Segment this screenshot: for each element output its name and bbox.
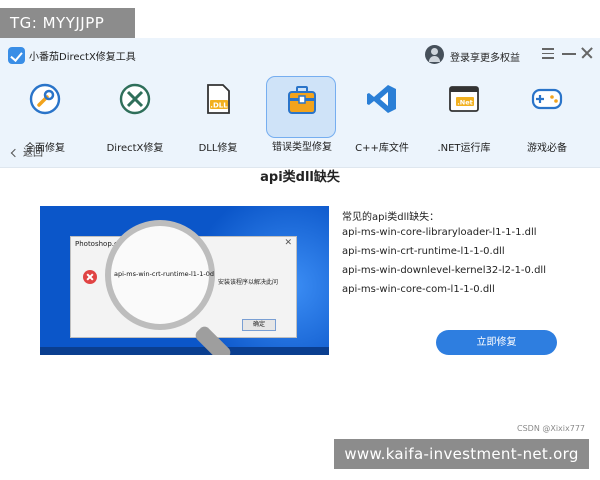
telegram-tag: TG: MYYJJPP: [0, 8, 135, 38]
tab-label: 游戏必备: [527, 143, 567, 154]
error-icon: [83, 270, 97, 284]
tab-cpp-library[interactable]: C++库文件: [347, 76, 417, 154]
tab-error-type-repair[interactable]: 错误类型修复: [266, 76, 336, 153]
dll-list-item: api-ms-win-downlevel-kernel32-l2-1-0.dll: [342, 265, 546, 276]
visual-studio-icon: [367, 85, 396, 113]
feature-toolbar: 全面修复 DirectX修复 .DLL DLL修复 错误类型修复 C++库文件 …: [0, 74, 600, 168]
magnified-error-text: api-ms-win-crt-runtime-l1-1-0d: [114, 270, 215, 278]
dialog-ok-button: 确定: [242, 319, 276, 331]
toolbox-icon: [288, 86, 316, 114]
back-button[interactable]: 返回: [10, 144, 43, 159]
repair-now-button[interactable]: 立即修复: [436, 330, 557, 355]
page-title: api类dll缺失: [260, 170, 340, 185]
tab-label: C++库文件: [355, 143, 409, 154]
avatar[interactable]: [425, 45, 444, 64]
dll-list-item: api-ms-win-crt-runtime-l1-1-0.dll: [342, 246, 505, 257]
gamepad-icon: [531, 88, 563, 110]
close-icon[interactable]: [580, 46, 594, 60]
dll-list-item: api-ms-win-core-libraryloader-l1-1-1.dll: [342, 227, 537, 238]
chevron-left-icon: [10, 148, 20, 158]
tab-label: DLL修复: [198, 143, 238, 154]
wrench-icon: [29, 83, 61, 115]
app-window: 小番茄DirectX修复工具 登录享更多权益 全面修复 DirectX修复 .D…: [0, 38, 600, 480]
tab-dll-repair[interactable]: .DLL DLL修复: [183, 76, 253, 154]
menu-icon[interactable]: [541, 46, 555, 60]
dll-list-item: api-ms-win-core-com-l1-1-0.dll: [342, 284, 495, 295]
svg-text:.Net: .Net: [457, 99, 472, 107]
title-bar: 小番茄DirectX修复工具 登录享更多权益: [0, 38, 600, 74]
tab-label: .NET运行库: [437, 143, 491, 154]
dll-file-icon: .DLL: [207, 84, 230, 114]
minimize-icon[interactable]: [562, 46, 576, 60]
tab-directx-repair[interactable]: DirectX修复: [100, 76, 170, 154]
tab-label: 错误类型修复: [272, 142, 332, 153]
dialog-close-icon: ✕: [284, 238, 292, 248]
tab-game-essentials[interactable]: 游戏必备: [512, 76, 582, 154]
tab-label: DirectX修复: [106, 143, 164, 154]
login-link[interactable]: 登录享更多权益: [450, 49, 520, 64]
dotnet-icon: .Net: [449, 86, 479, 112]
svg-text:.DLL: .DLL: [210, 102, 228, 110]
app-logo-icon: [8, 47, 25, 64]
tab-full-repair[interactable]: 全面修复: [10, 76, 80, 154]
error-illustration: Photoshop.e ✕ 安装该程序以解决此问 确定 api-ms-win-c…: [40, 206, 329, 355]
directx-icon: [119, 83, 151, 115]
url-watermark: www.kaifa-investment-net.org: [334, 439, 589, 469]
app-title: 小番茄DirectX修复工具: [29, 52, 136, 63]
tab-dotnet-runtime[interactable]: .Net .NET运行库: [429, 76, 499, 154]
back-label: 返回: [23, 148, 43, 159]
magnifier-lens: api-ms-win-crt-runtime-l1-1-0d: [105, 220, 215, 330]
dll-list-heading: 常见的api类dll缺失：: [342, 212, 440, 223]
credit-text: CSDN @Xixix777: [517, 424, 586, 433]
dialog-message: 安装该程序以解决此问: [218, 279, 279, 286]
taskbar: [40, 347, 329, 355]
